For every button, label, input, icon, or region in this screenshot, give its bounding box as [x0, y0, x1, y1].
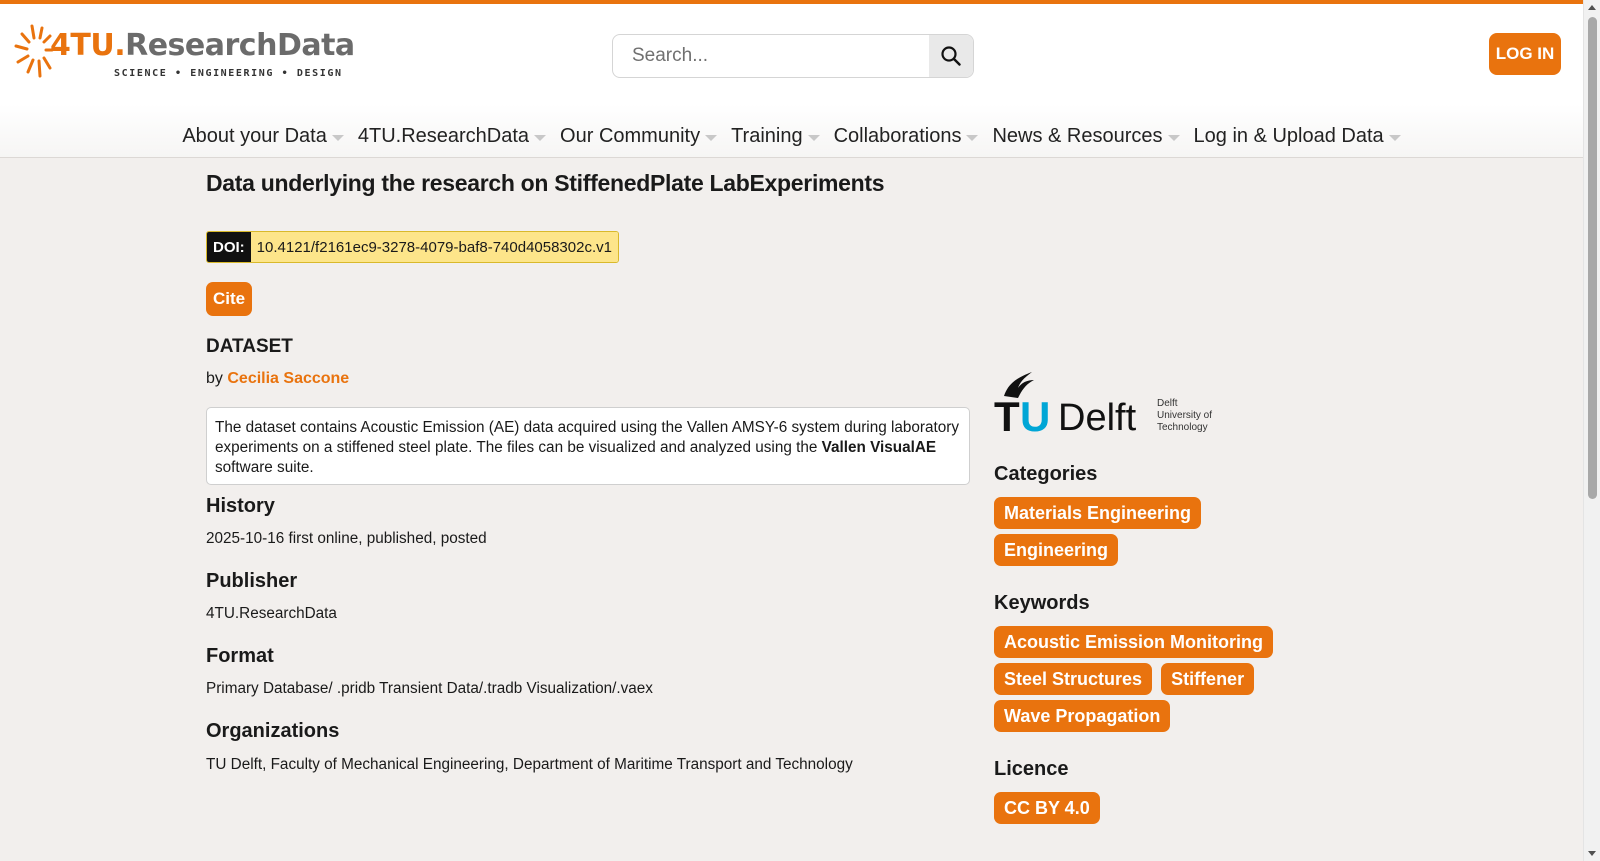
nav-item-training[interactable]: Training: [731, 118, 820, 154]
nav-item-login-upload[interactable]: Log in & Upload Data: [1194, 118, 1401, 154]
svg-text:T: T: [994, 393, 1020, 436]
logo-wordmark: 4TU.ResearchData: [50, 28, 355, 63]
caret-down-icon: [534, 134, 547, 141]
description-software-name: Vallen VisualAE: [821, 439, 937, 456]
caret-down-icon: [966, 134, 979, 141]
licence-heading: Licence: [994, 758, 1069, 780]
organizations-value: TU Delft, Faculty of Mechanical Engineer…: [206, 756, 853, 773]
caret-down-icon: [807, 134, 820, 141]
nav-item-our-community[interactable]: Our Community: [560, 118, 718, 154]
nav-item-label: About your Data: [182, 124, 327, 147]
author-byline: by Cecilia Saccone: [206, 370, 349, 388]
by-prefix: by: [206, 370, 223, 387]
keyword-tag[interactable]: Steel Structures: [994, 663, 1153, 695]
caret-down-icon: [1388, 134, 1401, 141]
svg-text:Delft: Delft: [1058, 397, 1137, 436]
description-text-end: software suite.: [215, 459, 314, 476]
format-heading: Format: [206, 645, 274, 667]
history-heading: History: [206, 495, 275, 517]
site-logo[interactable]: 4TU.ResearchData SCIENCE • ENGINEERING •…: [14, 20, 355, 86]
doi-badge: DOI: 10.4121/f2161ec9-3278-4079-baf8-740…: [206, 231, 619, 263]
nav-item-about-your-data[interactable]: About your Data: [182, 118, 344, 154]
svg-text:Technology: Technology: [1157, 422, 1208, 433]
keyword-tags-row3: Wave Propagation: [994, 700, 1171, 732]
search-icon: [941, 46, 961, 66]
search-bar: [612, 34, 974, 78]
licence-tags: CC BY 4.0: [994, 792, 1100, 824]
page-title: Data underlying the research on Stiffene…: [206, 170, 885, 196]
scrollbar-thumb[interactable]: [1588, 17, 1597, 499]
scroll-down-icon[interactable]: [1588, 851, 1596, 856]
nav-item-label: Collaborations: [833, 124, 962, 147]
scroll-up-icon[interactable]: [1588, 5, 1596, 10]
dataset-main: Data underlying the research on Stiffene…: [206, 170, 972, 773]
nav-item-label: News & Resources: [992, 124, 1163, 147]
login-button[interactable]: LOG IN: [1489, 33, 1561, 75]
category-tag[interactable]: Materials Engineering: [994, 497, 1202, 529]
keywords-heading: Keywords: [994, 592, 1090, 614]
search-button[interactable]: [929, 35, 973, 77]
svg-text:University of: University of: [1157, 410, 1212, 421]
dataset-type-label: DATASET: [206, 336, 293, 357]
nav-item-news-resources[interactable]: News & Resources: [992, 118, 1180, 154]
nav-item-label: Our Community: [560, 124, 701, 147]
caret-down-icon: [705, 134, 718, 141]
organizations-heading: Organizations: [206, 720, 340, 742]
licence-tag[interactable]: CC BY 4.0: [994, 792, 1100, 824]
history-value: 2025-10-16 first online, published, post…: [206, 530, 487, 547]
keyword-tags: Acoustic Emission Monitoring: [994, 626, 1274, 658]
page-scrollbar[interactable]: [1583, 0, 1600, 861]
nav-item-label: Log in & Upload Data: [1193, 124, 1384, 147]
nav-item-label: Training: [731, 124, 803, 147]
cite-button[interactable]: Cite: [206, 282, 252, 316]
category-tag[interactable]: Engineering: [994, 534, 1119, 566]
keyword-tag[interactable]: Stiffener: [1161, 663, 1255, 695]
main-nav: About your Data 4TU.ResearchData Our Com…: [0, 118, 1583, 154]
categories-heading: Categories: [994, 463, 1098, 485]
category-tags: Materials Engineering: [994, 497, 1202, 529]
tudelft-logo[interactable]: T U Delft Delft University of Technology: [994, 370, 1224, 436]
doi-label: DOI:: [207, 232, 251, 262]
author-link[interactable]: Cecilia Saccone: [227, 370, 349, 387]
keyword-tag[interactable]: Wave Propagation: [994, 700, 1171, 732]
svg-text:Delft: Delft: [1157, 398, 1178, 409]
nav-item-4tu-researchdata[interactable]: 4TU.ResearchData: [357, 118, 547, 154]
doi-link[interactable]: 10.4121/f2161ec9-3278-4079-baf8-740d4058…: [250, 232, 618, 262]
dataset-description: The dataset contains Acoustic Emission (…: [206, 407, 970, 485]
format-value: Primary Database/ .pridb Transient Data/…: [206, 680, 653, 697]
keyword-tag[interactable]: Acoustic Emission Monitoring: [994, 626, 1274, 658]
nav-item-label: 4TU.ResearchData: [357, 124, 530, 147]
caret-down-icon: [331, 134, 344, 141]
svg-text:U: U: [1020, 393, 1050, 436]
search-input[interactable]: [613, 35, 931, 77]
keyword-tags-row2: Steel Structures Stiffener: [994, 663, 1255, 695]
logo-tagline: SCIENCE • ENGINEERING • DESIGN: [114, 68, 343, 79]
sunburst-logo-icon: [14, 24, 54, 78]
site-header: 4TU.ResearchData SCIENCE • ENGINEERING •…: [0, 4, 1583, 158]
publisher-value: 4TU.ResearchData: [206, 605, 337, 622]
publisher-heading: Publisher: [206, 570, 298, 592]
caret-down-icon: [1167, 134, 1180, 141]
nav-item-collaborations[interactable]: Collaborations: [834, 118, 979, 154]
category-tags-row2: Engineering: [994, 534, 1119, 566]
